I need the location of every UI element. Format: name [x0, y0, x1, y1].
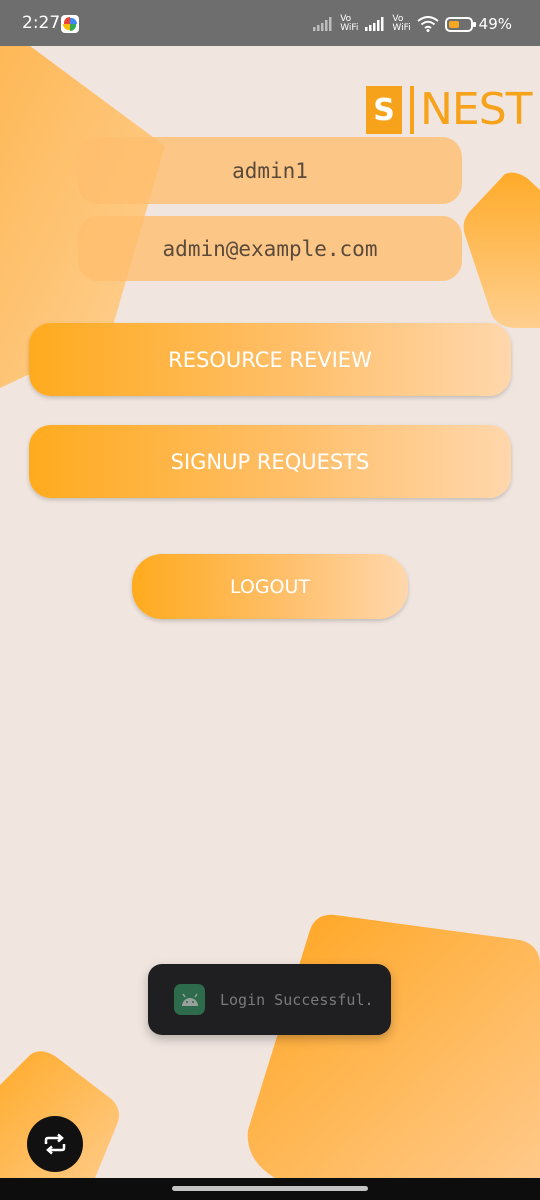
pinwheel-icon: [61, 15, 79, 33]
status-indicators: Vo WiFi Vo WiFi 49%: [312, 12, 512, 36]
repeat-icon: [44, 1133, 66, 1155]
signal-icon: [313, 17, 332, 31]
home-gesture-handle[interactable]: [172, 1186, 368, 1191]
decorative-shape-bottom-right: [247, 914, 540, 1178]
status-time: 2:27: [22, 13, 61, 33]
signal-icon: [365, 17, 384, 31]
app-logo: S NEST: [366, 84, 533, 135]
logo-letter: S: [366, 86, 402, 134]
app-screen: 2:27 Vo WiFi Vo WiFi 49% S NEST admin1 a…: [0, 0, 540, 1200]
battery-icon: [444, 16, 476, 32]
toast-text: Login Successful.: [220, 990, 374, 1009]
email-field: admin@example.com: [78, 216, 462, 281]
resource-review-button[interactable]: RESOURCE REVIEW: [29, 323, 511, 396]
battery-percent: 49%: [478, 15, 512, 33]
navigation-bar: [0, 1178, 540, 1200]
toast-message: Login Successful.: [148, 964, 391, 1035]
battery-level: [448, 20, 459, 28]
logo-divider: [410, 86, 414, 134]
decorative-shape-right: [463, 172, 540, 328]
logo-text: NEST: [420, 84, 533, 135]
status-bar: 2:27 Vo WiFi Vo WiFi 49%: [0, 0, 540, 46]
rotate-screen-button[interactable]: [27, 1116, 83, 1172]
username-field: admin1: [78, 137, 462, 204]
wifi-icon: [417, 16, 439, 32]
android-icon: [174, 984, 205, 1015]
logout-button[interactable]: LOGOUT: [132, 554, 408, 619]
signup-requests-button[interactable]: SIGNUP REQUESTS: [29, 425, 511, 498]
vowifi-label: Vo WiFi: [392, 14, 411, 33]
vowifi-label: Vo WiFi: [340, 14, 359, 33]
